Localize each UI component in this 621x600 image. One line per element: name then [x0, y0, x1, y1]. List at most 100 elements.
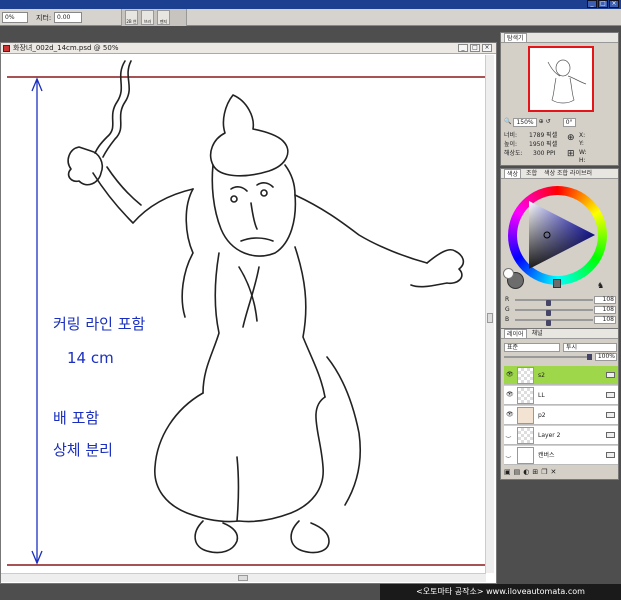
- background-swatch[interactable]: [503, 268, 514, 279]
- horizontal-scrollbar[interactable]: [1, 573, 486, 582]
- minimize-icon[interactable]: _: [587, 0, 597, 8]
- preview-thumbnail-icon: [547, 59, 587, 104]
- tab-navigator[interactable]: 탐색기: [504, 33, 527, 42]
- maximize-icon[interactable]: □: [598, 0, 608, 8]
- layer-type-icon: [606, 452, 615, 458]
- new-folder-icon[interactable]: ▤: [514, 468, 521, 478]
- layer-name: p2: [538, 412, 546, 419]
- height-label: 높이:: [504, 141, 518, 148]
- layer-name: Layer 2: [538, 432, 561, 439]
- tab-mixer[interactable]: 조합: [524, 169, 539, 178]
- navigator-zoom-controls: 🔍 150% ⊕ ↺ 0°: [504, 118, 618, 127]
- annotation-line1: 커링 라인 포함: [53, 315, 146, 333]
- layer-name: s2: [538, 372, 545, 379]
- layer-thumbnail: [517, 367, 534, 384]
- drawing-canvas[interactable]: 커링 라인 포함 14 cm 배 포함 상체 분리: [7, 57, 485, 571]
- slider-r[interactable]: R 108: [505, 296, 618, 306]
- layer-row-ll[interactable]: 👁 LL: [504, 386, 618, 405]
- slider-g[interactable]: G 108: [505, 306, 618, 316]
- vscroll-thumb[interactable]: [487, 313, 493, 323]
- rotate-icon[interactable]: ↺: [546, 118, 551, 127]
- slider-r-value[interactable]: 108: [594, 296, 616, 304]
- opacity-knob[interactable]: [587, 354, 592, 360]
- jitter-label: 지터:: [36, 14, 52, 22]
- blend-mode-select[interactable]: 표준: [504, 343, 560, 352]
- slider-g-track[interactable]: [515, 309, 593, 316]
- new-layer-icon[interactable]: ▣: [504, 468, 511, 478]
- line-art-drawing: 커링 라인 포함 14 cm 배 포함 상체 분리: [7, 60, 485, 566]
- tab-layers[interactable]: 레이어: [504, 329, 527, 338]
- layer-type-icon: [606, 392, 615, 398]
- layers-header: 레이어 채널: [501, 329, 618, 339]
- lock-select[interactable]: 투시: [563, 343, 617, 352]
- color-wheel[interactable]: [508, 186, 607, 285]
- layer-row-p2[interactable]: 👁 p2: [504, 406, 618, 425]
- resolution-value: 300 PPI: [533, 150, 556, 157]
- rotation-field[interactable]: 0°: [562, 118, 576, 127]
- height-measure-arrow: [31, 77, 43, 565]
- doc-close-icon[interactable]: ×: [482, 44, 492, 52]
- jitter-field[interactable]: 0.00: [54, 12, 82, 23]
- slider-r-track[interactable]: [515, 299, 593, 306]
- vertical-scrollbar[interactable]: [485, 55, 494, 573]
- visibility-eye-icon[interactable]: 👁: [506, 392, 514, 398]
- visibility-eye-icon[interactable]: 👁: [506, 372, 514, 378]
- duplicate-icon[interactable]: ❐: [541, 468, 547, 478]
- layer-row-layer2[interactable]: ‿ Layer 2: [504, 426, 618, 445]
- window-controls: _ □ ×: [587, 0, 619, 9]
- slider-g-value[interactable]: 108: [594, 306, 616, 314]
- doc-minimize-icon[interactable]: _: [458, 44, 468, 52]
- opacity-field[interactable]: 0%: [2, 12, 28, 23]
- color-triangle[interactable]: [517, 195, 598, 276]
- pencil-preset-icon[interactable]: 2B 연필: [125, 10, 138, 25]
- slider-b-value[interactable]: 108: [594, 316, 616, 324]
- visibility-eye-icon[interactable]: ‿: [506, 432, 514, 438]
- slider-b-track[interactable]: [515, 319, 593, 326]
- transparent-swatch-icon[interactable]: [553, 279, 561, 288]
- layer-name: LL: [538, 392, 545, 399]
- document-icon: [3, 45, 10, 52]
- merge-icon[interactable]: ⊞: [532, 468, 538, 478]
- app-window: _ □ × 0% 지터: 0.00 2B 연필 브러시 펜지우 화장녀_002d…: [0, 0, 621, 600]
- zoom-out-icon[interactable]: 🔍: [504, 118, 511, 127]
- opacity-slider[interactable]: [504, 354, 592, 360]
- layer-row-s2[interactable]: 👁 s2: [504, 366, 618, 385]
- visibility-eye-icon[interactable]: 👁: [506, 412, 514, 418]
- slider-b-knob[interactable]: [545, 320, 551, 326]
- tab-channels[interactable]: 채널: [530, 329, 545, 338]
- layers-panel: 레이어 채널 표준 투시 100% 👁 s2 👁 LL 👁 p2 ‿ Layer…: [500, 328, 619, 480]
- mask-icon[interactable]: ◐: [523, 468, 529, 478]
- color-panel-header: 색상 조합 색상 조합 라이브러: [501, 169, 618, 179]
- slider-r-label: R: [505, 296, 510, 303]
- navigator-preview[interactable]: [528, 46, 594, 112]
- navigator-header: 탐색기: [501, 33, 618, 43]
- coord-h: H:: [579, 157, 586, 164]
- delete-layer-icon[interactable]: ✕: [551, 468, 557, 478]
- color-wheel-inner: [517, 195, 598, 276]
- visibility-eye-icon[interactable]: ‿: [506, 452, 514, 458]
- hscroll-thumb[interactable]: [238, 575, 248, 581]
- layer-type-icon: [606, 412, 615, 418]
- slider-b-label: B: [505, 316, 510, 323]
- layer-row-canvas[interactable]: ‿ 캔버스: [504, 446, 618, 465]
- bounds-icon: ⊞: [567, 149, 575, 159]
- annotation-line4: 상체 분리: [53, 441, 113, 459]
- tool-options-bar: _ □ × 0% 지터: 0.00 2B 연필 브러시 펜지우: [0, 0, 621, 26]
- zoom-field[interactable]: 150%: [513, 118, 537, 127]
- tab-swatch-library[interactable]: 색상 조합 라이브러: [542, 169, 594, 178]
- layer-thumbnail: [517, 387, 534, 404]
- eraser-preset-icon[interactable]: 펜지우: [157, 10, 170, 25]
- opacity-value[interactable]: 100%: [595, 353, 617, 361]
- close-icon[interactable]: ×: [609, 0, 619, 8]
- slider-b[interactable]: B 108: [505, 316, 618, 326]
- tab-color[interactable]: 색상: [504, 169, 522, 178]
- zoom-in-icon[interactable]: ⊕: [539, 118, 544, 127]
- joystick-icon[interactable]: ♞: [597, 281, 604, 290]
- coord-w: W:: [579, 149, 587, 156]
- document-title-bar: 화장녀_002d_14cm.psd @ 50% _ □ ×: [1, 43, 496, 54]
- coord-x: X:: [579, 132, 586, 139]
- layer-actions: ▣ ▤ ◐ ⊞ ❐ ✕: [504, 468, 618, 478]
- brush-preset-icon[interactable]: 브러시: [141, 10, 154, 25]
- annotation-line3: 배 포함: [53, 409, 99, 427]
- doc-maximize-icon[interactable]: □: [470, 44, 480, 52]
